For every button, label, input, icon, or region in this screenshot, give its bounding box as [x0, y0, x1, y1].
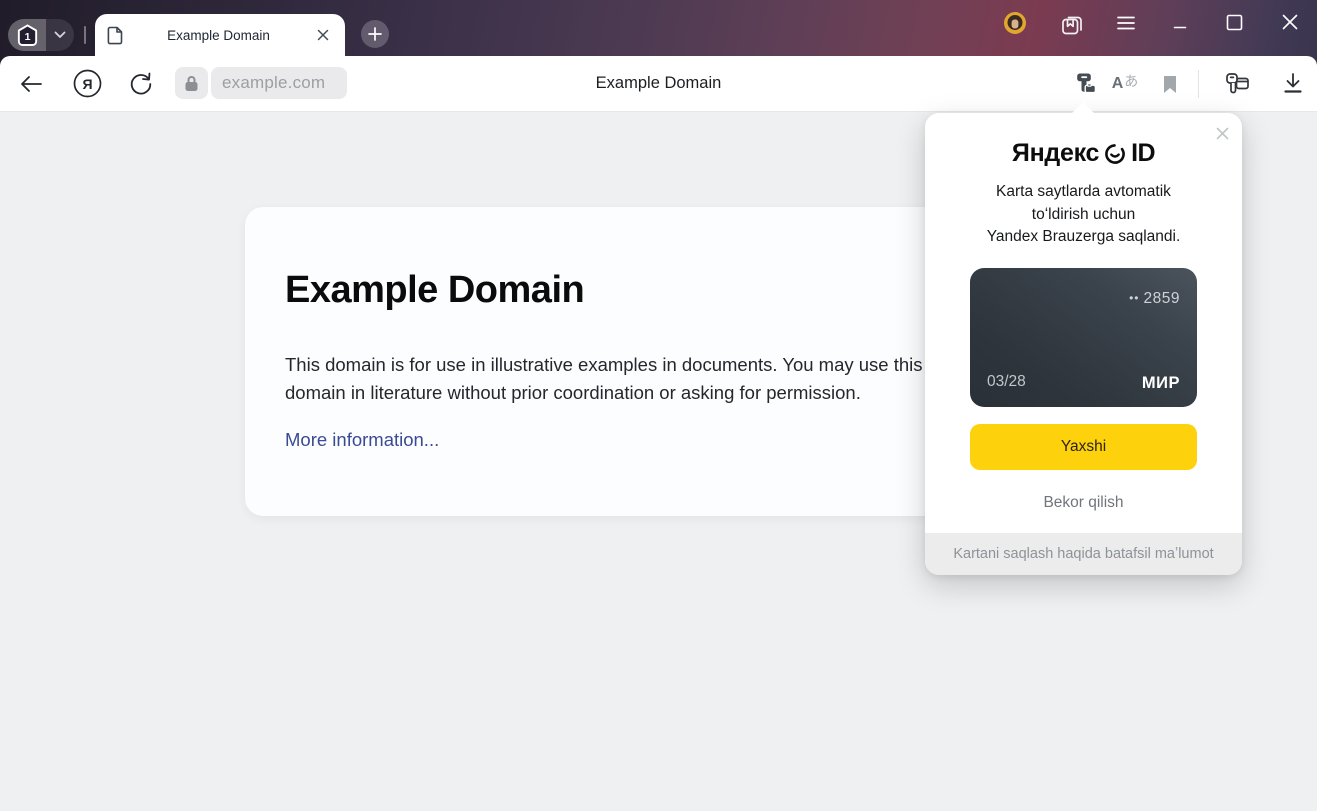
popup-footer-link[interactable]: Kartani saqlash haqida batafsil maʼlumot — [925, 533, 1242, 575]
url-text: example.com — [211, 73, 325, 93]
address-bar[interactable]: example.com — [211, 67, 347, 99]
yandex-id-wordmark: Яндекс — [1012, 139, 1099, 168]
yandex-home-button[interactable]: Я — [72, 56, 102, 111]
profile-avatar[interactable] — [1003, 11, 1027, 35]
yandex-id-id-text: ID — [1131, 139, 1155, 168]
tabbar-divider — [84, 26, 86, 44]
bookmarks-stack-icon — [1059, 11, 1085, 37]
translate-kana-glyph: あ — [1124, 71, 1138, 91]
chevron-down-icon — [54, 31, 66, 39]
key-wallet-icon — [1224, 71, 1251, 96]
popup-message-line: Karta saytlarda avtomatik — [925, 181, 1242, 204]
key-card-icon — [1073, 71, 1098, 96]
browser-menu-button[interactable] — [1116, 13, 1136, 33]
confirm-button[interactable]: Yaxshi — [970, 424, 1197, 470]
toolbar: Я example.com Example Domain A あ — [0, 56, 1317, 111]
tab-example-domain[interactable]: Example Domain — [95, 14, 345, 56]
reload-button[interactable] — [126, 56, 156, 111]
paragraph-line: This domain is for use in illustrative e… — [285, 351, 923, 379]
popup-message-line: Yandex Brauzerga saqlandi. — [925, 226, 1242, 249]
bookmark-flag-icon — [1162, 74, 1178, 94]
yandex-id-smile-icon — [1103, 142, 1127, 166]
download-icon — [1282, 72, 1304, 95]
window-minimize-button[interactable] — [1170, 12, 1190, 32]
reload-icon — [128, 71, 154, 97]
mir-logo: МИР — [1142, 374, 1180, 393]
page-heading: Example Domain — [285, 269, 584, 312]
cancel-link[interactable]: Bekor qilish — [925, 494, 1242, 512]
close-icon — [1281, 13, 1299, 31]
tab-title: Example Domain — [124, 28, 313, 43]
minimize-icon — [1171, 13, 1189, 31]
yandex-logo-icon: Я — [73, 69, 102, 98]
maximize-icon — [1226, 14, 1243, 31]
collections-panel-button[interactable] — [1058, 10, 1085, 37]
window-close-button[interactable] — [1280, 12, 1299, 31]
card-masked-number: •• 2859 — [1129, 290, 1180, 308]
tab-counter[interactable]: 1 — [8, 19, 74, 51]
avatar-icon — [1003, 11, 1027, 35]
tab-counter-dropdown[interactable] — [46, 19, 74, 51]
page-doc-icon — [107, 26, 124, 45]
lock-icon — [184, 75, 199, 92]
tab-close-icon[interactable] — [313, 25, 333, 45]
popup-message-line: toʻldirish uchun — [925, 204, 1242, 227]
bookmark-page-button[interactable] — [1158, 56, 1182, 111]
site-security-badge[interactable] — [175, 67, 208, 99]
new-tab-button[interactable] — [361, 20, 389, 48]
toolbar-divider — [1198, 70, 1199, 98]
card-expiry: 03/28 — [987, 373, 1026, 391]
translate-button[interactable]: A あ — [1108, 56, 1142, 111]
tab-counter-badge[interactable]: 1 — [8, 19, 46, 51]
translate-latin-glyph: A — [1112, 75, 1124, 93]
more-information-link[interactable]: More information... — [285, 429, 439, 451]
protect-passwords-button[interactable] — [1221, 56, 1253, 111]
card-mask-dots: •• — [1129, 291, 1139, 305]
bank-card-preview: •• 2859 03/28 МИР — [970, 268, 1197, 407]
paragraph-line: domain in literature without prior coord… — [285, 379, 923, 407]
card-saved-popup: Яндекс ID Karta saytlarda avtomatik toʻl… — [925, 113, 1242, 575]
tab-counter-value: 1 — [24, 30, 30, 42]
popup-close-icon — [1216, 127, 1229, 140]
yandex-id-logo: Яндекс ID — [925, 139, 1242, 168]
back-button[interactable] — [16, 56, 46, 111]
back-arrow-icon — [19, 74, 43, 94]
popup-message: Karta saytlarda avtomatik toʻldirish uch… — [925, 181, 1242, 249]
hamburger-menu-icon — [1117, 15, 1135, 31]
downloads-button[interactable] — [1279, 56, 1307, 111]
page-paragraph: This domain is for use in illustrative e… — [285, 351, 923, 406]
plus-icon — [368, 27, 382, 41]
card-last-digits: 2859 — [1144, 290, 1180, 307]
tab-counter-shield-icon: 1 — [15, 23, 40, 48]
svg-text:Я: Я — [82, 76, 92, 92]
window-maximize-button[interactable] — [1225, 13, 1243, 31]
